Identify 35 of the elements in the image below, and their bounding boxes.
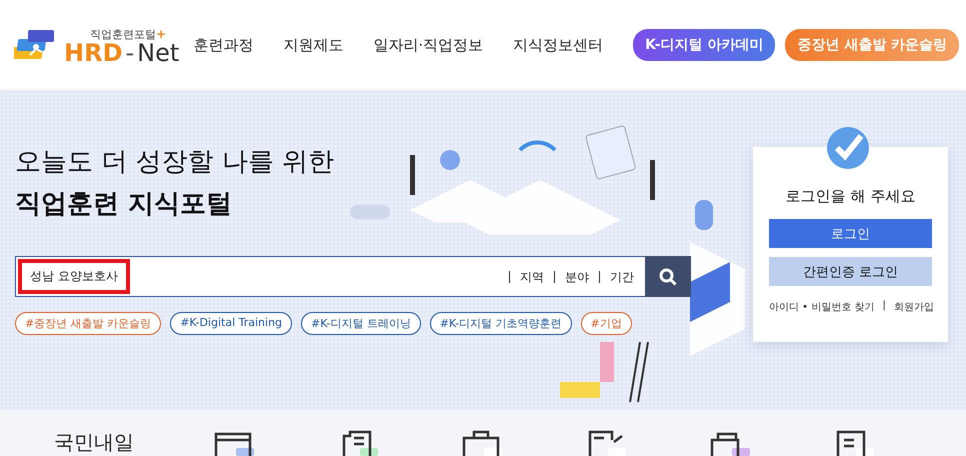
- hero-title: 오늘도 더 성장할 나를 위한: [15, 146, 336, 179]
- academy-button[interactable]: K-디지털 아카데미: [633, 29, 776, 61]
- search-filter[interactable]: 기간: [599, 270, 634, 282]
- logo-dash: -: [126, 41, 134, 65]
- logo-brand: Net: [137, 41, 180, 65]
- search-filter[interactable]: 지역: [509, 270, 544, 282]
- clipboard-icon[interactable]: [462, 430, 502, 456]
- login-prompt: 로그인을 해 주세요: [786, 187, 916, 206]
- search-filter[interactable]: 분야: [554, 270, 589, 282]
- link-separator: |: [882, 300, 886, 313]
- notebook-icon[interactable]: [834, 430, 874, 456]
- logo-brand: HRD: [64, 41, 122, 65]
- hashtag-chip[interactable]: #중장년 새출발 카운슬링: [15, 312, 162, 335]
- hashtag-chip[interactable]: #기업: [580, 312, 632, 335]
- nav-link[interactable]: 지원제도: [283, 36, 344, 54]
- folder-icon[interactable]: [710, 430, 750, 456]
- hero-subtitle: 직업훈련 지식포털: [15, 188, 234, 221]
- signup-link[interactable]: 회원가입: [894, 300, 934, 314]
- easy-login-button[interactable]: 간편인증 로그인: [769, 257, 932, 286]
- document-pencil-icon[interactable]: [586, 430, 626, 456]
- hashtag-chip[interactable]: #K-디지털 트레이닝: [301, 312, 421, 335]
- search-icon: [659, 268, 677, 286]
- nav-link[interactable]: 지식정보센터: [513, 36, 604, 54]
- login-button[interactable]: 로그인: [769, 219, 932, 248]
- nav-link[interactable]: 훈련과정: [193, 36, 254, 54]
- search-query: 성남 요양보호사: [18, 259, 130, 294]
- logo-tagline: 직업훈련포털: [90, 28, 156, 41]
- section-heading: 국민내일: [54, 430, 134, 454]
- browser-window-icon[interactable]: [214, 430, 254, 456]
- logo-plus: +: [156, 27, 166, 41]
- nav-link[interactable]: 일자리·직업정보: [373, 36, 484, 54]
- hashtag-chip[interactable]: #K-Digital Training: [170, 312, 292, 335]
- hashtag-chip[interactable]: #K-디지털 기초역량훈련: [430, 312, 572, 335]
- search-button[interactable]: [645, 256, 691, 297]
- find-account-link[interactable]: 아이디 • 비밀번호 찾기: [769, 300, 874, 314]
